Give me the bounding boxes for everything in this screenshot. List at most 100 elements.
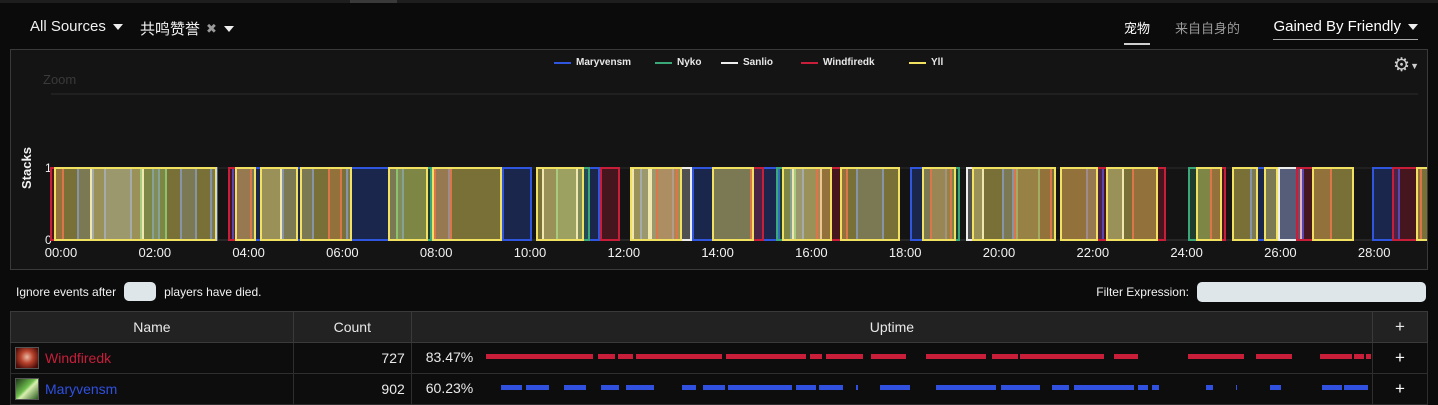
uptime-segment: [1235, 385, 1237, 390]
toolbar: All Sources 共鸣赞誉 ✖ 宠物 来自自身的 Gained By Fr…: [0, 12, 1438, 46]
zoom-label: Zoom: [43, 72, 76, 87]
x-tick-label: 28:00: [1358, 245, 1391, 260]
uptime-segment: [1000, 385, 1040, 390]
uptime-percent: 83.47%: [425, 349, 474, 365]
series-segment-yll: [432, 167, 502, 241]
stacks-chart[interactable]: Zoom Stacks 1 0 00:00 02:00 04:00 06:00 08:00 10:…: [10, 49, 1428, 270]
uptime-segment: [725, 354, 806, 359]
series-segment-yll: [1312, 167, 1354, 241]
series-segment-yll: [840, 167, 900, 241]
close-icon[interactable]: ✖: [206, 21, 217, 37]
legend-label: Yll: [931, 57, 943, 68]
series-segment-yll: [1264, 167, 1278, 241]
uptime-segment: [1187, 354, 1244, 359]
series-segment-yll: [1232, 167, 1258, 241]
filter-controls: Ignore events after players have died. F…: [0, 280, 1438, 302]
series-segment-yll: [972, 167, 1056, 241]
series-segment-windfiredk: [600, 167, 620, 241]
uptime-segment: [1269, 385, 1281, 390]
uptime-segment: [563, 385, 586, 390]
legend-label: Maryvensm: [576, 57, 631, 68]
x-tick-label: 12:00: [608, 245, 641, 260]
source-dropdown[interactable]: All Sources: [30, 18, 123, 35]
x-tick-label: 18:00: [889, 245, 922, 260]
uptime-segment: [870, 354, 906, 359]
uptime-segment: [1205, 385, 1213, 390]
uptime-timeline-bar: [500, 385, 1368, 390]
aura-dropdown-label: 共鸣赞誉: [140, 21, 201, 38]
series-segment-yll: [712, 167, 754, 241]
legend-label: Sanlio: [743, 57, 773, 68]
uptime-segment: [600, 385, 619, 390]
chart-canvas: ZoomStacks 1000:00 02:00 04:00 06:00 08:00 10:…: [19, 57, 1427, 260]
legend-label: Nyko: [677, 57, 701, 68]
legend-label: Windfiredk: [823, 57, 875, 68]
player-name[interactable]: Windfiredk: [45, 350, 111, 366]
x-tick-label: 16:00: [795, 245, 828, 260]
aura-dropdown[interactable]: 共鸣赞誉 ✖: [140, 18, 234, 39]
gear-icon[interactable]: ⚙▼: [1393, 54, 1419, 77]
uptime-segment: [1255, 354, 1292, 359]
count-cell: 727: [292, 342, 412, 374]
filter-expression-input[interactable]: [1197, 282, 1426, 302]
gained-by-label: Gained By Friendly: [1273, 18, 1401, 35]
y-axis-title: Stacks: [19, 147, 34, 189]
uptime-segment: [809, 354, 822, 359]
table-row[interactable]: Windfiredk 727 83.47% +: [10, 342, 1428, 374]
x-tick-label: 00:00: [45, 245, 78, 260]
active-tab-indicator: [350, 0, 397, 3]
tab-pets[interactable]: 宠物: [1124, 18, 1151, 45]
series-segment-yll: [235, 167, 256, 241]
uptime-segment: [991, 354, 1018, 359]
gained-by-dropdown[interactable]: Gained By Friendly: [1273, 18, 1418, 40]
x-tick-label: 26:00: [1264, 245, 1297, 260]
uptime-segment: [681, 385, 696, 390]
uptime-cell: 83.47%: [410, 342, 1374, 374]
x-tick-label: 08:00: [420, 245, 453, 260]
uptime-segment: [818, 385, 843, 390]
uptime-segment: [1137, 385, 1148, 390]
x-tick-label: 06:00: [326, 245, 359, 260]
column-header-name[interactable]: Name: [10, 311, 294, 343]
uptime-timeline-bar: [485, 354, 1371, 359]
chevron-down-icon: [112, 23, 123, 30]
uptime-segment: [879, 385, 910, 390]
x-tick-label: 22:00: [1077, 245, 1110, 260]
uptime-segment: [1151, 385, 1159, 390]
series-segment-yll: [1060, 167, 1098, 241]
series-segment-yll: [1106, 167, 1158, 241]
uptime-segment: [1321, 385, 1342, 390]
uptime-segment: [485, 354, 593, 359]
ignore-suffix-label: players have died.: [164, 284, 262, 299]
series-segment-maryvensm: [502, 167, 532, 241]
death-count-input[interactable]: [124, 282, 157, 301]
x-tick-label: 20:00: [983, 245, 1016, 260]
uptime-segment: [1019, 354, 1104, 359]
x-tick-label: 14:00: [701, 245, 734, 260]
uptime-segment: [935, 385, 996, 390]
player-name[interactable]: Maryvensm: [45, 381, 117, 397]
column-header-uptime[interactable]: Uptime: [410, 311, 1374, 343]
uptime-segment: [1343, 385, 1368, 390]
x-tick-label: 10:00: [514, 245, 547, 260]
series-segment-yll: [922, 167, 956, 241]
uptime-segment: [597, 354, 615, 359]
series-segment-yll: [260, 167, 298, 241]
x-tick-label: 24:00: [1170, 245, 1203, 260]
uptime-segment: [855, 385, 858, 390]
expand-all-button[interactable]: +: [1372, 311, 1428, 343]
uptime-segment: [1353, 354, 1364, 359]
uptime-table: Name Count Uptime + Windfiredk 727 83.47…: [10, 311, 1428, 405]
uptime-segment: [525, 385, 549, 390]
expand-row-button[interactable]: +: [1372, 342, 1428, 374]
death-knight-class-icon: [15, 347, 39, 369]
table-header-row: Name Count Uptime +: [10, 311, 1428, 343]
uptime-segment: [1365, 354, 1371, 359]
series-segment-yll: [1196, 167, 1222, 241]
column-header-count[interactable]: Count: [292, 311, 412, 343]
source-dropdown-label: All Sources: [30, 18, 106, 35]
series-segment-yll: [300, 167, 352, 241]
x-tick-label: 04:00: [232, 245, 265, 260]
tab-from-self[interactable]: 来自自身的: [1175, 18, 1240, 43]
uptime-segment: [1051, 385, 1069, 390]
